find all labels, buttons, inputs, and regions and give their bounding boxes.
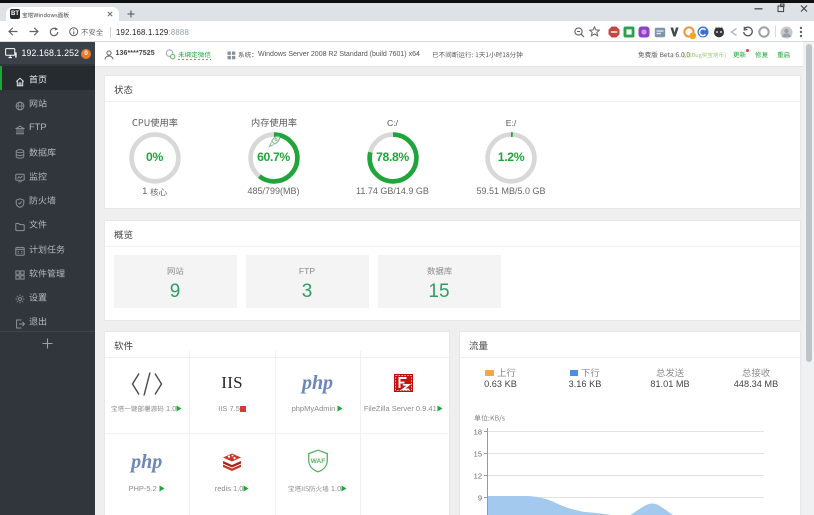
svg-text:9: 9 [478, 494, 482, 503]
svg-text:15: 15 [474, 450, 482, 459]
svg-text:WAF: WAF [310, 458, 324, 465]
svg-text:18: 18 [474, 428, 482, 437]
svg-text:12: 12 [474, 472, 482, 481]
